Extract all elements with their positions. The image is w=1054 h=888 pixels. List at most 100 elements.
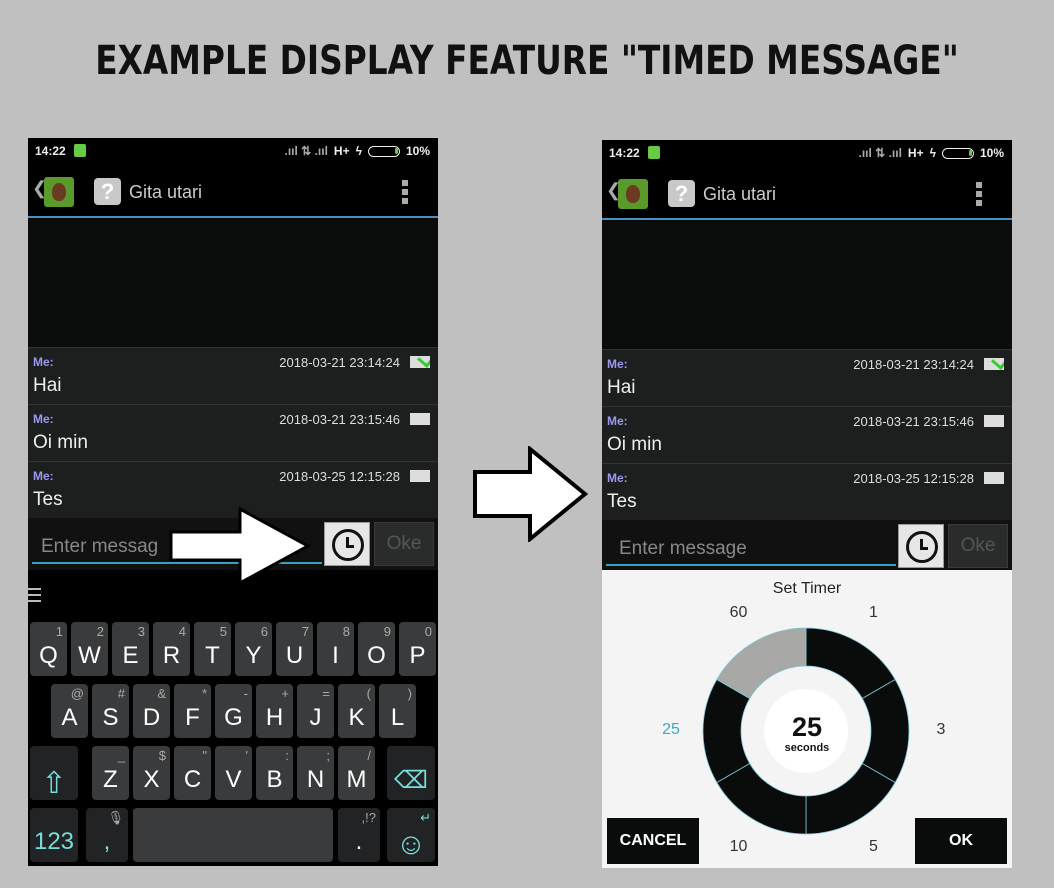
enter-emoji-key[interactable]: ↵ ☺ — [387, 808, 435, 862]
message-row[interactable]: Me: 2018-03-21 23:15:46 Oi min — [28, 404, 438, 461]
period-key[interactable]: ,!?. — [338, 808, 380, 862]
timer-option-label[interactable]: 3 — [927, 721, 955, 739]
cancel-button[interactable]: CANCEL — [607, 818, 699, 864]
comma-key[interactable]: 🎙, — [86, 808, 128, 862]
key-r[interactable]: 4R — [153, 622, 190, 676]
message-text: Oi min — [607, 434, 662, 455]
timer-option-label[interactable]: 10 — [725, 838, 753, 856]
key-f[interactable]: * F — [174, 684, 211, 738]
timer-option-label[interactable]: 5 — [860, 838, 888, 856]
message-text: Tes — [33, 489, 63, 510]
key-label: L — [390, 704, 405, 731]
key-label: . — [355, 828, 363, 855]
contact-name: Gita utari — [703, 184, 777, 204]
message-row[interactable]: Me: 2018-03-25 12:15:28 Tes — [602, 463, 1012, 520]
key-alt-label: * — [201, 686, 207, 701]
app-avatar[interactable] — [618, 179, 648, 209]
battery-icon — [367, 145, 400, 157]
key-label: Z — [103, 766, 118, 793]
key-label: I — [332, 642, 339, 669]
key-y[interactable]: 6Y — [235, 622, 272, 676]
message-text: Tes — [607, 491, 637, 512]
key-c[interactable]: " C — [174, 746, 211, 800]
key-v[interactable]: ' V — [215, 746, 252, 800]
emoji-icon: ☺ — [395, 828, 427, 861]
key-o[interactable]: 9O — [358, 622, 395, 676]
key-g[interactable]: -G — [215, 684, 252, 738]
chat-header: ❮ ? Gita utari — [602, 166, 1012, 220]
message-row[interactable]: Me: 2018-03-21 23:14:24 Hai — [602, 349, 1012, 406]
key-alt-label: 3 — [137, 624, 145, 639]
key-j[interactable]: = J — [297, 684, 334, 738]
sent-envelope-icon — [984, 472, 1004, 484]
contact-unknown-icon[interactable]: ? — [94, 178, 121, 205]
message-timestamp: 2018-03-25 12:15:28 — [279, 469, 400, 484]
page-title: EXAMPLE DISPLAY FEATURE "TIMED MESSAGE" — [95, 38, 959, 84]
contact-unknown-icon[interactable]: ? — [668, 180, 695, 207]
message-sender: Me: — [33, 469, 54, 483]
key-label: C — [183, 766, 202, 793]
key-w[interactable]: 2W — [71, 622, 108, 676]
timer-option-label[interactable]: 25 — [657, 721, 685, 739]
message-row[interactable]: Me: 2018-03-21 23:14:24 Hai — [28, 347, 438, 404]
timer-button[interactable] — [898, 524, 944, 568]
backspace-key[interactable]: ⌫ — [387, 746, 435, 800]
key-i[interactable]: 8I — [317, 622, 354, 676]
key-k[interactable]: (K — [338, 684, 375, 738]
key-label: S — [102, 704, 119, 731]
key-p[interactable]: 0P — [399, 622, 436, 676]
send-button[interactable]: Oke — [374, 522, 434, 566]
key-n[interactable]: ; N — [297, 746, 334, 800]
message-input[interactable]: Enter message — [606, 528, 896, 566]
key-a[interactable]: @ A — [51, 684, 88, 738]
message-timestamp: 2018-03-21 23:15:46 — [853, 414, 974, 429]
app-avatar[interactable] — [44, 177, 74, 207]
phone-screen-before: 14:22 .ııl ⇅ .ııl H+ ϟ 10% ❮ ? Gita utari M… — [28, 138, 438, 866]
key-alt-label: 4 — [178, 624, 186, 639]
timer-option-label[interactable]: 60 — [725, 604, 753, 622]
more-options-icon[interactable] — [976, 182, 982, 209]
key-z[interactable]: _ Z — [92, 746, 129, 800]
shift-key[interactable]: ⇧ — [30, 746, 78, 800]
key-alt-label: ; — [326, 748, 330, 763]
key-b[interactable]: :B — [256, 746, 293, 800]
key-e[interactable]: 3E — [112, 622, 149, 676]
key-x[interactable]: $ X — [133, 746, 170, 800]
charging-icon: ϟ — [355, 144, 362, 158]
key-alt-label: ' — [245, 748, 248, 763]
message-row[interactable]: Me: 2018-03-21 23:15:46 Oi min — [602, 406, 1012, 463]
key-t[interactable]: 5T — [194, 622, 231, 676]
more-options-icon[interactable] — [402, 180, 408, 207]
key-s[interactable]: # S — [92, 684, 129, 738]
key-l[interactable]: ) L — [379, 684, 416, 738]
key-q[interactable]: 1Q — [30, 622, 67, 676]
key-alt-label: 2 — [96, 624, 104, 639]
keyboard-menu-icon[interactable] — [28, 588, 41, 606]
numbers-key[interactable]: 123 — [30, 808, 78, 862]
key-alt-label: + — [281, 686, 289, 701]
space-key[interactable] — [133, 808, 333, 862]
ok-button[interactable]: OK — [915, 818, 1007, 864]
set-timer-dialog: Set Timer 25 seconds 1 3 5 10 25 60 CANCEL OK — [602, 570, 1012, 868]
keyboard: 1 Q 2 W 3 E 4 R 5 T 6 Y 7 U 8 I 9 O 0 P @ A # S & D * F - G + H = J(K) L _ Z… — [28, 570, 438, 866]
send-button[interactable]: Oke — [948, 524, 1008, 568]
key-alt-label: 7 — [301, 624, 309, 639]
key-d[interactable]: & D — [133, 684, 170, 738]
timer-option-label[interactable]: 1 — [860, 604, 888, 622]
key-alt-label: " — [202, 748, 207, 763]
key-label: W — [78, 642, 101, 669]
key-h[interactable]: + H — [256, 684, 293, 738]
key-alt-label: # — [117, 686, 125, 701]
message-text: Oi min — [33, 432, 88, 453]
key-label: Q — [39, 642, 58, 669]
key-alt-label: _ — [117, 748, 125, 763]
chat-header: ❮ ? Gita utari — [28, 164, 438, 218]
key-m[interactable]: / M — [338, 746, 375, 800]
key-alt-label: ) — [407, 686, 412, 701]
status-bar: 14:22 .ııl ⇅ .ııl H+ ϟ 10% — [602, 140, 1012, 166]
phone-screen-after: 14:22 .ııl ⇅ .ııl H+ ϟ 10% ❮ ? Gita utari M… — [602, 140, 1012, 868]
key-label: J — [309, 704, 322, 731]
timer-button[interactable] — [324, 522, 370, 566]
key-label: U — [285, 642, 304, 669]
key-u[interactable]: 7U — [276, 622, 313, 676]
